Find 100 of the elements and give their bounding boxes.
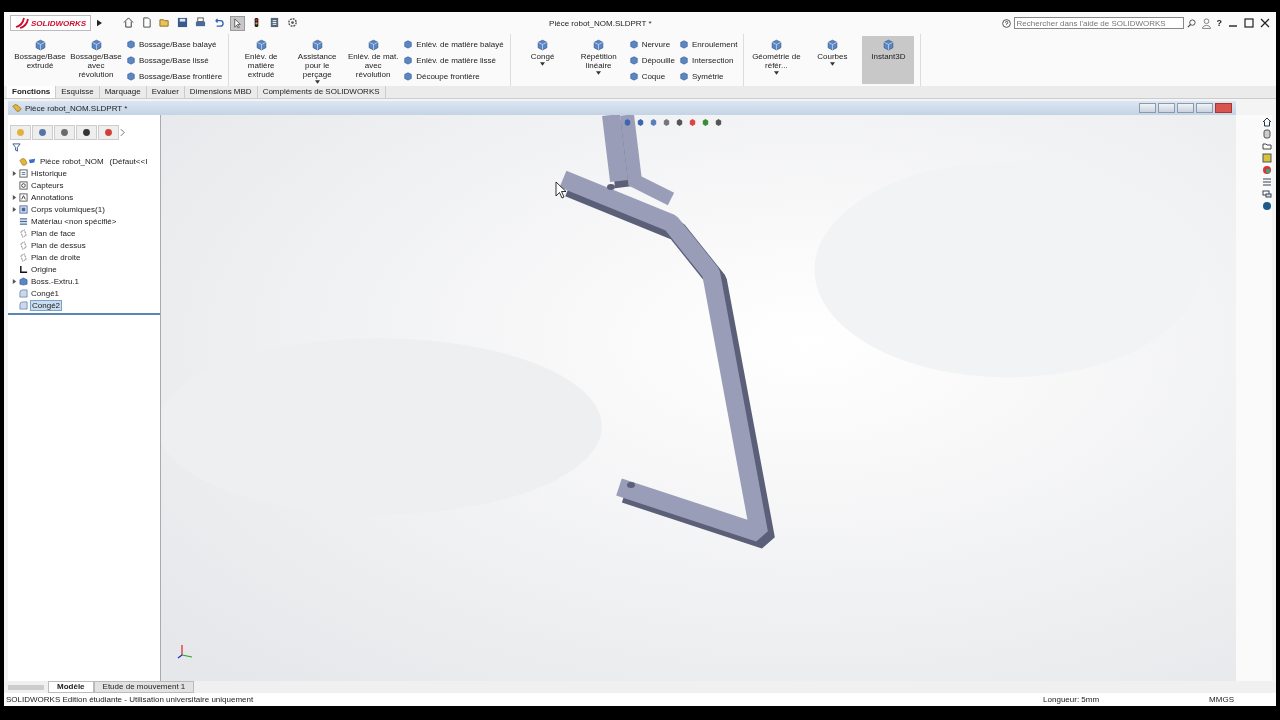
origin-icon bbox=[19, 264, 28, 274]
expand-arrow-icon[interactable] bbox=[97, 19, 103, 27]
list-icon[interactable] bbox=[1262, 177, 1272, 187]
tree-item[interactable]: Corps volumiques(1) bbox=[30, 204, 106, 214]
tree-item[interactable]: Plan de face bbox=[30, 228, 77, 238]
task-pane-icon[interactable] bbox=[1262, 153, 1272, 163]
command-tab[interactable]: Evaluer bbox=[146, 86, 185, 98]
cube-icon bbox=[403, 55, 414, 65]
tile-button[interactable] bbox=[1158, 103, 1175, 113]
ribbon-button[interactable]: Coque bbox=[628, 71, 675, 81]
solidworks-logo[interactable]: SOLIDWORKS bbox=[10, 15, 92, 31]
expand-arrow-icon[interactable] bbox=[12, 278, 17, 284]
ribbon-button[interactable]: Géométrie de référ... bbox=[750, 36, 803, 84]
ribbon-button[interactable]: Symétrie bbox=[679, 71, 738, 81]
cube-icon bbox=[33, 38, 47, 51]
ribbon-button[interactable]: Courbes bbox=[806, 36, 859, 84]
ribbon-button[interactable]: Bossage/Base balayé bbox=[126, 39, 223, 49]
model-tab[interactable]: Etude de mouvement 1 bbox=[93, 681, 195, 693]
command-tab[interactable]: Fonctions bbox=[7, 86, 57, 98]
tree-item[interactable]: Pièce robot_NOM bbox=[39, 156, 105, 166]
ribbon-button[interactable]: Bossage/Base avec révolution bbox=[70, 36, 122, 84]
printer-icon bbox=[195, 16, 207, 28]
search-icon[interactable] bbox=[1186, 18, 1196, 28]
help-search-field[interactable]: Rechercher dans l'aide de SOLIDWORKS bbox=[1013, 17, 1184, 29]
panel-tab[interactable] bbox=[76, 125, 97, 140]
measurement-readout: Longueur: 5mm bbox=[1043, 695, 1100, 704]
command-tab[interactable]: Esquisse bbox=[56, 86, 100, 98]
globe-icon[interactable] bbox=[1262, 201, 1272, 211]
tile-button[interactable] bbox=[1139, 103, 1156, 113]
new-button[interactable] bbox=[140, 15, 154, 31]
units-indicator[interactable]: MMGS bbox=[1209, 695, 1234, 704]
part-icon bbox=[19, 156, 37, 166]
expand-arrow-icon[interactable] bbox=[12, 206, 17, 212]
pointer-icon bbox=[232, 17, 244, 29]
tree-item[interactable]: Congé1 bbox=[30, 288, 61, 298]
filter-icon[interactable] bbox=[12, 143, 21, 152]
task-pane-icon[interactable] bbox=[1262, 129, 1272, 139]
ribbon-button[interactable]: Enlèv. de matière lissé bbox=[403, 55, 504, 65]
tree-item[interactable]: Plan de dessus bbox=[30, 240, 87, 250]
caret-icon[interactable] bbox=[540, 62, 546, 66]
axis-triad-icon bbox=[177, 643, 193, 659]
home-button[interactable] bbox=[122, 15, 136, 31]
command-tab[interactable]: Compléments de SOLIDWORKS bbox=[257, 86, 386, 98]
circle-icon bbox=[60, 128, 69, 137]
home-icon[interactable] bbox=[1262, 117, 1272, 127]
ribbon-button[interactable]: Enroulement bbox=[679, 39, 738, 49]
caret-icon[interactable] bbox=[773, 71, 779, 75]
ribbon-button[interactable]: Enlèv. de matière balayé bbox=[403, 39, 504, 49]
ribbon-button[interactable]: Répétition linéaire bbox=[572, 36, 625, 84]
configuration-label: (Défaut<<I bbox=[109, 156, 148, 166]
ribbon-button[interactable]: Enlèv. de mat. avec révolution bbox=[347, 36, 400, 84]
chat-icon[interactable] bbox=[1262, 189, 1272, 199]
close-icon[interactable] bbox=[1260, 18, 1270, 28]
caret-icon[interactable] bbox=[314, 80, 320, 84]
part-icon bbox=[12, 103, 22, 113]
cube-icon bbox=[881, 38, 895, 51]
ribbon-button[interactable]: Bossage/Base frontière bbox=[126, 71, 223, 81]
user-icon[interactable] bbox=[1201, 17, 1211, 29]
tree-item[interactable]: Matériau <non spécifié> bbox=[30, 216, 118, 226]
scroll-bar[interactable] bbox=[8, 684, 44, 690]
caret-icon[interactable] bbox=[596, 71, 602, 75]
tree-item[interactable]: Annotations bbox=[30, 192, 75, 202]
tree-item[interactable]: Boss.-Extru.1 bbox=[30, 276, 80, 286]
maximize-icon[interactable] bbox=[1244, 18, 1254, 28]
model-tab[interactable]: Modèle bbox=[48, 681, 94, 693]
cube-icon bbox=[403, 39, 414, 49]
tree-item[interactable]: Historique bbox=[30, 168, 68, 178]
circle-icon bbox=[16, 128, 25, 137]
ribbon-button[interactable]: Congé bbox=[516, 36, 569, 84]
command-tab[interactable]: Marquage bbox=[99, 86, 147, 98]
cube-icon bbox=[628, 71, 639, 81]
color-ball-icon[interactable] bbox=[1262, 165, 1272, 175]
ribbon-button[interactable]: Instant3D bbox=[862, 36, 915, 84]
select-tool-button[interactable] bbox=[230, 15, 246, 31]
help-icon bbox=[1001, 18, 1011, 28]
folder-icon[interactable] bbox=[1262, 141, 1272, 151]
ribbon-button[interactable]: Bossage/Base lissé bbox=[126, 55, 223, 65]
chevron-right-icon[interactable] bbox=[120, 129, 125, 136]
ribbon-button[interactable]: Enlèv. de matière extrudé bbox=[235, 36, 288, 84]
tree-item[interactable]: Plan de droite bbox=[30, 252, 82, 262]
tree-item[interactable]: Capteurs bbox=[30, 180, 65, 190]
ribbon-button[interactable]: Nervure bbox=[628, 39, 675, 49]
caret-icon[interactable] bbox=[829, 62, 835, 66]
ribbon-button[interactable]: Bossage/Base extrudé bbox=[14, 36, 66, 84]
expand-arrow-icon[interactable] bbox=[12, 194, 17, 200]
tree-item[interactable]: Congé2 bbox=[30, 299, 63, 311]
command-tab[interactable]: Dimensions MBD bbox=[184, 86, 258, 98]
logo-mark-icon bbox=[15, 17, 29, 29]
tree-item[interactable]: Origine bbox=[30, 264, 58, 274]
extrude-icon bbox=[19, 276, 28, 286]
ribbon-button[interactable]: Assistance pour le perçage bbox=[291, 36, 344, 84]
ribbon-button[interactable]: Dépouille bbox=[628, 55, 675, 65]
list-icon bbox=[269, 16, 281, 28]
cube-icon bbox=[769, 38, 783, 51]
sensor-icon bbox=[19, 180, 28, 190]
ribbon-button[interactable]: Découpe frontière bbox=[403, 71, 504, 81]
settings-icon bbox=[287, 16, 299, 28]
help-button[interactable]: ? bbox=[1216, 18, 1222, 28]
ribbon-button[interactable]: Intersection bbox=[679, 55, 738, 65]
expand-arrow-icon[interactable] bbox=[12, 170, 17, 176]
